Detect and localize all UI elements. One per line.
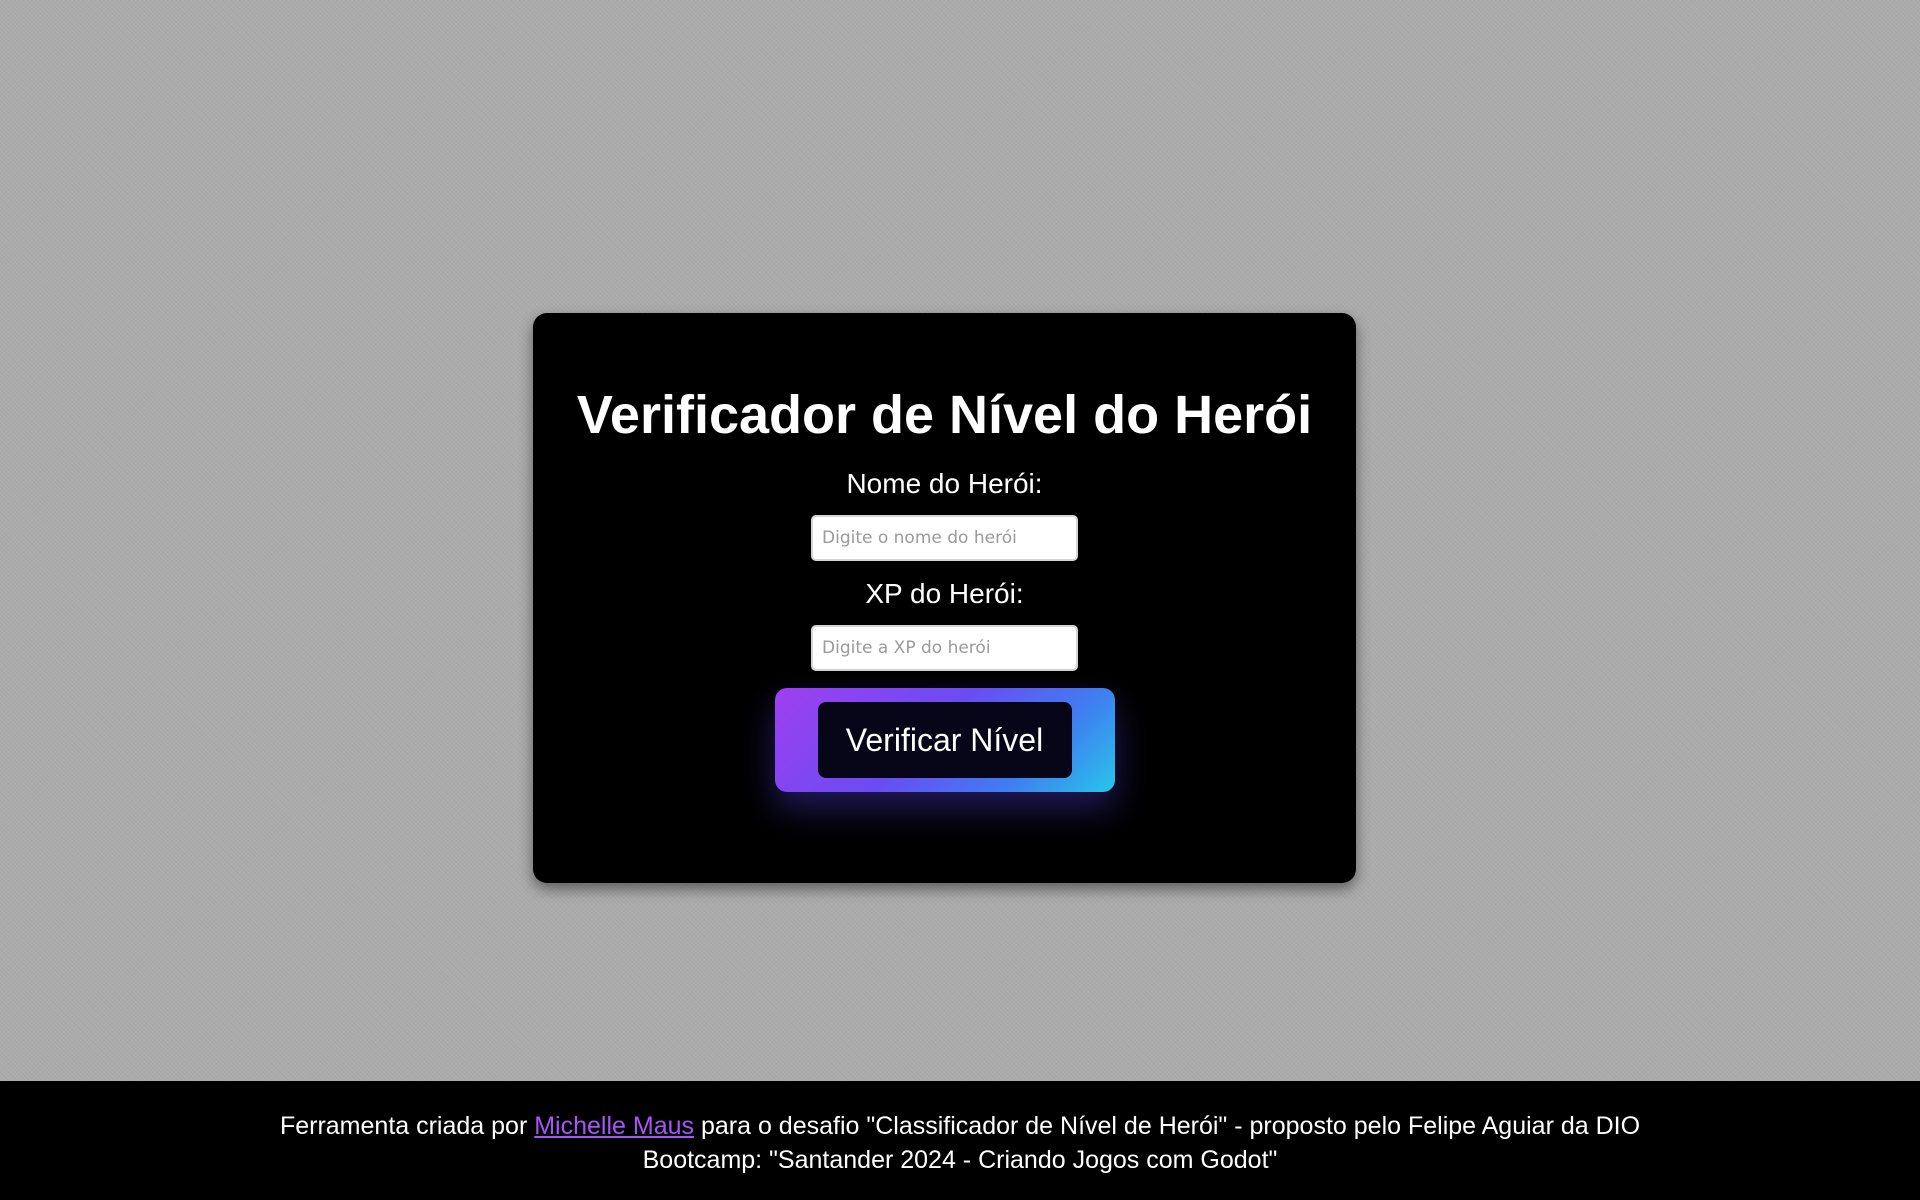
hero-name-input[interactable]: [811, 515, 1078, 561]
verify-button-frame[interactable]: Verificar Nível: [774, 688, 1115, 792]
hero-xp-label: XP do Herói:: [865, 578, 1024, 609]
hero-xp-input[interactable]: [811, 625, 1078, 671]
author-link[interactable]: Michelle Maus: [534, 1112, 694, 1140]
verify-level-button[interactable]: Verificar Nível: [817, 702, 1072, 778]
hero-name-label: Nome do Herói:: [846, 468, 1043, 499]
page-footer: Ferramenta criada por Michelle Maus para…: [0, 1081, 1920, 1200]
footer-bootcamp-line: Bootcamp: "Santander 2024 - Criando Jogo…: [642, 1146, 1278, 1174]
footer-credit-prefix: Ferramenta criada por: [279, 1112, 535, 1140]
page-title: Verificador de Nível do Herói: [576, 385, 1313, 445]
footer-credit-line: Ferramenta criada por Michelle Maus para…: [0, 1109, 1920, 1143]
footer-credit-suffix: para o desafio "Classificador de Nível d…: [694, 1112, 1641, 1140]
hero-level-card: Verificador de Nível do Herói Nome do He…: [533, 313, 1356, 883]
